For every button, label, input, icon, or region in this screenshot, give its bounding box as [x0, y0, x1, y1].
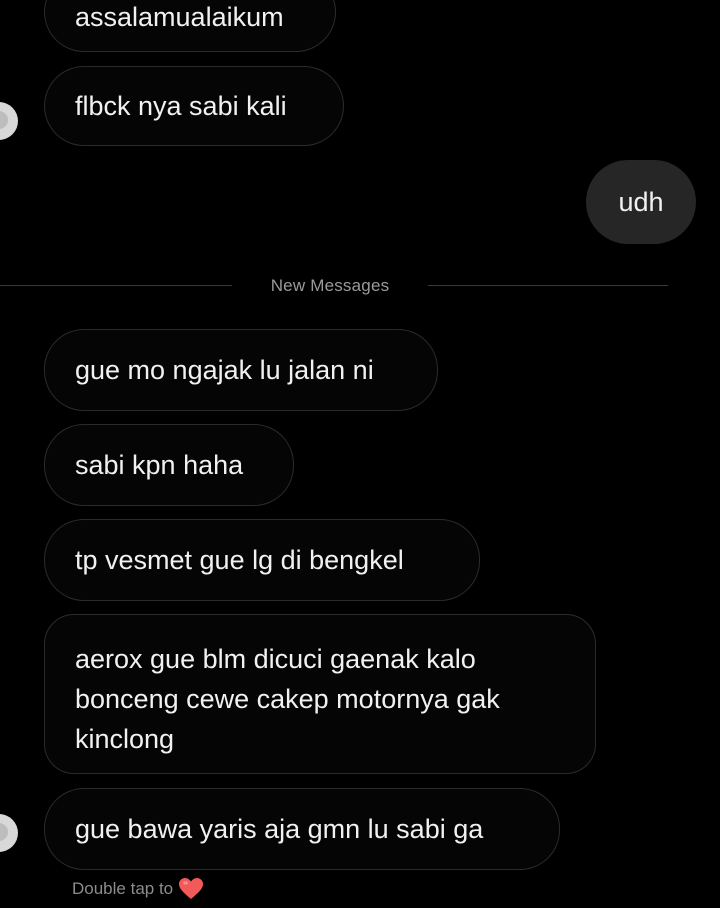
sender-avatar[interactable]: [0, 814, 18, 852]
message-bubble-incoming[interactable]: gue mo ngajak lu jalan ni: [44, 329, 438, 411]
chat-thread: assalamualaikum flbck nya sabi kali udh …: [0, 0, 720, 900]
sender-avatar[interactable]: [0, 102, 18, 140]
double-tap-hint: Double tap to: [72, 876, 204, 902]
new-messages-label: New Messages: [270, 276, 390, 295]
message-bubble-incoming[interactable]: gue bawa yaris aja gmn lu sabi ga: [44, 788, 560, 870]
message-text: gue mo ngajak lu jalan ni: [75, 355, 374, 385]
message-bubble-incoming[interactable]: assalamualaikum: [44, 0, 336, 52]
message-bubble-outgoing[interactable]: udh: [586, 160, 696, 244]
message-bubble-incoming[interactable]: aerox gue blm dicuci gaenak kalo bonceng…: [44, 614, 596, 774]
divider-line: [428, 285, 668, 286]
message-text: gue bawa yaris aja gmn lu sabi ga: [75, 814, 484, 844]
message-bubble-incoming[interactable]: flbck nya sabi kali: [44, 66, 344, 146]
message-text: flbck nya sabi kali: [75, 91, 287, 121]
heart-emoji-icon: [179, 878, 204, 900]
message-text: udh: [618, 187, 664, 217]
new-messages-divider: New Messages: [0, 272, 668, 300]
message-text: aerox gue blm dicuci gaenak kalo bonceng…: [75, 644, 500, 754]
message-text: assalamualaikum: [75, 2, 284, 32]
divider-line: [0, 285, 232, 286]
message-text: tp vesmet gue lg di bengkel: [75, 545, 404, 575]
double-tap-hint-text: Double tap to: [72, 879, 174, 898]
message-bubble-incoming[interactable]: tp vesmet gue lg di bengkel: [44, 519, 480, 601]
message-bubble-incoming[interactable]: sabi kpn haha: [44, 424, 294, 506]
message-text: sabi kpn haha: [75, 450, 244, 480]
